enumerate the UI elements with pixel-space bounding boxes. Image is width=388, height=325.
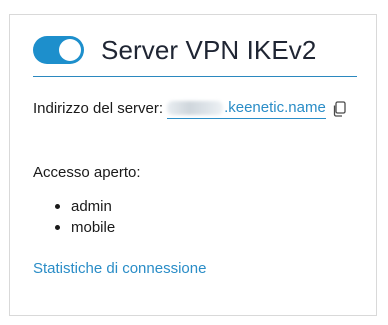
- list-item: mobile: [53, 217, 115, 238]
- list-item: admin: [53, 196, 115, 217]
- vpn-server-card: Server VPN IKEv2 Indirizzo del server: .…: [9, 14, 377, 316]
- header-divider: [33, 76, 357, 77]
- server-address-value[interactable]: .keenetic.name: [167, 99, 326, 119]
- vpn-enable-toggle[interactable]: [33, 36, 84, 64]
- server-address-domain: .keenetic.name: [224, 99, 326, 116]
- card-title: Server VPN IKEv2: [101, 35, 317, 65]
- connection-stats-link[interactable]: Statistiche di connessione: [33, 260, 206, 278]
- access-open-label: Accesso aperto:: [33, 164, 141, 181]
- server-address-label: Indirizzo del server:: [33, 100, 164, 117]
- card-header: Server VPN IKEv2: [33, 35, 316, 65]
- toggle-knob: [59, 39, 81, 61]
- user-list: admin mobile: [53, 196, 115, 238]
- copy-icon[interactable]: [332, 101, 346, 117]
- server-address-row: Indirizzo del server: .keenetic.name: [33, 99, 346, 119]
- copy-icon-svg: [333, 101, 346, 117]
- redacted-blur: [167, 101, 224, 116]
